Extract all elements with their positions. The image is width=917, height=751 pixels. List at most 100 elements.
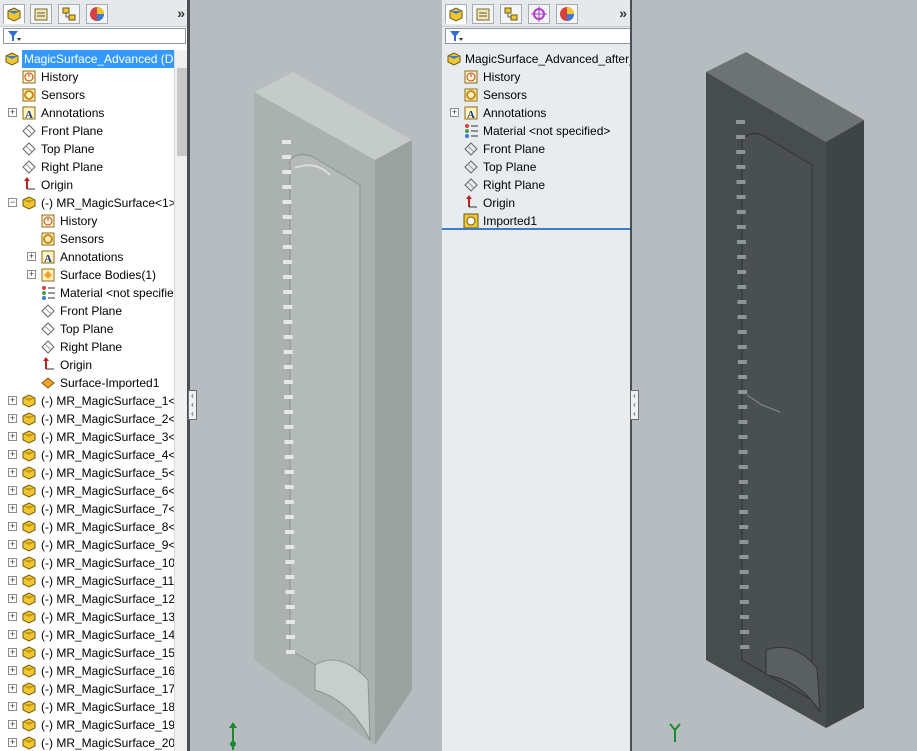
tree-item[interactable]: Material <not specified> [442, 122, 632, 140]
expand-node-icon[interactable]: + [8, 666, 17, 675]
expand-node-icon[interactable]: + [8, 720, 17, 729]
tree-item[interactable]: Top Plane [442, 158, 632, 176]
panel-splitter[interactable] [630, 0, 632, 751]
expand-node-icon[interactable]: + [27, 252, 36, 261]
tree-item[interactable]: + (-) MR_MagicSurface_16< [0, 662, 190, 680]
panel-splitter[interactable] [187, 0, 190, 751]
svg-text:A: A [44, 253, 52, 265]
tree-item[interactable]: Top Plane [0, 320, 190, 338]
tree-item[interactable]: + (-) MR_MagicSurface_18< [0, 698, 190, 716]
property-manager-tab[interactable] [472, 4, 494, 24]
tree-item[interactable]: + (-) MR_MagicSurface_5< [0, 464, 190, 482]
expand-node-icon[interactable]: + [8, 522, 17, 531]
collapse-panel-button[interactable]: ‹ ‹ ‹ [188, 390, 197, 420]
collapse-node-icon[interactable]: − [8, 198, 17, 207]
tree-item[interactable]: + (-) MR_MagicSurface_1< [0, 392, 190, 410]
right-feature-tree-panel: » MagicSurface_Advanced_after_ History Se… [442, 0, 632, 751]
collapse-panel-button[interactable]: ‹ ‹ ‹ [630, 390, 639, 420]
expand-node-icon[interactable]: + [8, 486, 17, 495]
configuration-manager-tab[interactable] [500, 4, 522, 24]
expand-node-icon[interactable]: + [8, 108, 17, 117]
expand-node-icon[interactable]: + [27, 270, 36, 279]
expand-node-icon[interactable]: + [8, 414, 17, 423]
configuration-manager-tab[interactable] [58, 4, 80, 24]
expand-node-icon[interactable]: + [8, 540, 17, 549]
tree-item[interactable]: Right Plane [0, 158, 190, 176]
tree-item[interactable]: History [0, 212, 190, 230]
tree-item[interactable]: + (-) MR_MagicSurface_7< [0, 500, 190, 518]
slot [736, 225, 746, 229]
tree-item[interactable]: + (-) MR_MagicSurface_2< [0, 410, 190, 428]
tree-item[interactable]: − (-) MR_MagicSurface<1> [0, 194, 190, 212]
tree-item[interactable]: + (-) MR_MagicSurface_8< [0, 518, 190, 536]
tree-item[interactable]: History [442, 68, 632, 86]
tree-item[interactable]: + (-) MR_MagicSurface_6< [0, 482, 190, 500]
rollback-bar[interactable] [442, 228, 632, 230]
tree-item[interactable]: Sensors [0, 230, 190, 248]
dimxpert-tab[interactable] [528, 4, 550, 24]
filter-box[interactable] [3, 28, 186, 44]
tree-item[interactable]: + (-) MR_MagicSurface_17< [0, 680, 190, 698]
tree-item[interactable]: + (-) MR_MagicSurface_4< [0, 446, 190, 464]
tree-item[interactable]: + (-) MR_MagicSurface_9< [0, 536, 190, 554]
filter-box[interactable] [445, 28, 631, 44]
tree-item[interactable]: Front Plane [0, 122, 190, 140]
tree-item[interactable]: Origin [442, 194, 632, 212]
svg-text:A: A [25, 109, 33, 121]
tree-item[interactable]: Front Plane [0, 302, 190, 320]
display-manager-tab[interactable] [86, 4, 108, 24]
left-model-view[interactable] [190, 0, 442, 751]
tree-item[interactable]: + A Annotations [442, 104, 632, 122]
tree-item[interactable]: Right Plane [0, 338, 190, 356]
tree-item[interactable]: History [0, 68, 190, 86]
tree-item[interactable]: Front Plane [442, 140, 632, 158]
tree-item[interactable]: Sensors [442, 86, 632, 104]
expand-node-icon[interactable]: + [8, 594, 17, 603]
right-model-view[interactable] [632, 0, 917, 751]
expand-node-icon[interactable]: + [8, 504, 17, 513]
tree-item[interactable]: Top Plane [0, 140, 190, 158]
tree-item[interactable]: + (-) MR_MagicSurface_10< [0, 554, 190, 572]
right-graphics-viewport[interactable] [632, 0, 917, 751]
tree-item[interactable]: + (-) MR_MagicSurface_20< [0, 734, 190, 751]
expand-node-icon[interactable]: + [450, 108, 459, 117]
tree-item[interactable]: + Surface Bodies(1) [0, 266, 190, 284]
tree-item[interactable]: + (-) MR_MagicSurface_15< [0, 644, 190, 662]
feature-manager-tab[interactable] [3, 4, 25, 24]
expand-node-icon[interactable]: + [8, 702, 17, 711]
tree-item[interactable]: Origin [0, 356, 190, 374]
expand-node-icon[interactable]: + [8, 684, 17, 693]
expand-node-icon[interactable]: + [8, 468, 17, 477]
left-graphics-viewport[interactable] [190, 0, 442, 751]
expand-node-icon[interactable]: + [8, 612, 17, 621]
expand-node-icon[interactable]: + [8, 396, 17, 405]
expand-node-icon[interactable]: + [8, 738, 17, 747]
tree-item[interactable]: + (-) MR_MagicSurface_12< [0, 590, 190, 608]
tree-item[interactable]: Material <not specified> [0, 284, 190, 302]
expand-node-icon[interactable]: + [8, 432, 17, 441]
tree-item[interactable]: + (-) MR_MagicSurface_19< [0, 716, 190, 734]
tree-item[interactable]: + (-) MR_MagicSurface_13< [0, 608, 190, 626]
tree-item[interactable]: + (-) MR_MagicSurface_11< [0, 572, 190, 590]
property-manager-tab[interactable] [30, 4, 52, 24]
expand-panel-button[interactable]: » [177, 5, 185, 21]
tree-item[interactable]: + A Annotations [0, 248, 190, 266]
tree-item[interactable]: Sensors [0, 86, 190, 104]
expand-panel-button[interactable]: » [619, 5, 627, 21]
expand-node-icon[interactable]: + [8, 558, 17, 567]
expand-node-icon[interactable]: + [8, 648, 17, 657]
feature-manager-tab[interactable] [445, 4, 467, 24]
tree-root[interactable]: MagicSurface_Advanced_after_ [442, 50, 632, 68]
expand-node-icon[interactable]: + [8, 630, 17, 639]
tree-item[interactable]: + A Annotations [0, 104, 190, 122]
tree-item[interactable]: + (-) MR_MagicSurface_3< [0, 428, 190, 446]
expand-node-icon[interactable]: + [8, 576, 17, 585]
tree-item[interactable]: + (-) MR_MagicSurface_14< [0, 626, 190, 644]
expand-node-icon[interactable]: + [8, 450, 17, 459]
tree-item[interactable]: Origin [0, 176, 190, 194]
tree-item[interactable]: Right Plane [442, 176, 632, 194]
display-manager-tab[interactable] [556, 4, 578, 24]
tree-root-label: MagicSurface_Advanced_after_ [465, 52, 632, 66]
tree-root[interactable]: MagicSurface_Advanced (De [0, 50, 190, 68]
tree-item[interactable]: Surface-Imported1 [0, 374, 190, 392]
